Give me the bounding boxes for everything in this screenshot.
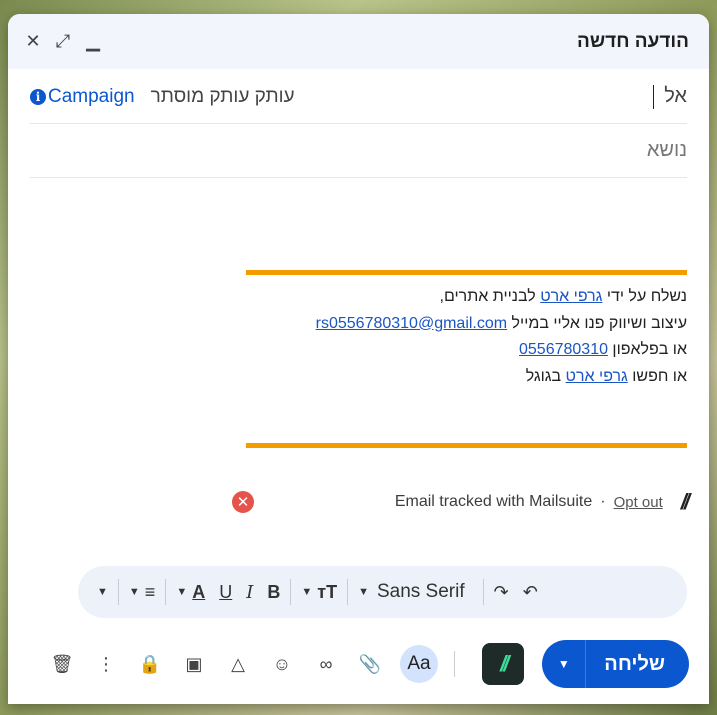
- info-icon: i: [30, 88, 46, 105]
- tracker-dot: ·: [600, 493, 606, 510]
- formatting-toolbar: ▼ ▼ ≡ ▼ A U I B ▼ тT ▼ Sans Serif ↷ ↶: [78, 566, 687, 618]
- google-drive-icon[interactable]: △: [224, 650, 252, 678]
- signature-link-phone[interactable]: 0556780310: [519, 341, 608, 358]
- text-size-dropdown[interactable]: ▼ тT: [294, 574, 344, 610]
- close-icon[interactable]: ✕: [22, 31, 44, 53]
- undo-icon[interactable]: ↶: [516, 574, 545, 610]
- formatting-options-button[interactable]: Aa: [400, 645, 438, 683]
- confidential-mode-icon[interactable]: 🔒: [136, 650, 164, 678]
- mailsuite-tracker: ✕ Email tracked with Mailsuite · Opt out…: [232, 488, 690, 516]
- signature-link-brand[interactable]: גרפי ארט: [540, 288, 602, 305]
- mailsuite-logo-icon: //: [680, 489, 690, 514]
- more-options-icon[interactable]: ⋮: [92, 650, 120, 678]
- redo-icon[interactable]: ↷: [487, 574, 516, 610]
- font-dropdown[interactable]: ▼ Sans Serif: [351, 574, 480, 610]
- to-label: אל: [664, 85, 687, 107]
- more-formatting-chevron-icon[interactable]: ▼: [90, 574, 115, 610]
- signature-link-search[interactable]: גרפי ארט: [566, 368, 628, 385]
- chevron-down-icon: ▼: [176, 586, 188, 598]
- underline-icon: U: [219, 581, 233, 602]
- campaign-button[interactable]: i Campaign: [30, 86, 135, 108]
- emoji-icon[interactable]: ☺: [268, 650, 296, 678]
- bold-icon: B: [267, 581, 281, 602]
- italic-button[interactable]: I: [239, 574, 260, 610]
- text-size-icon: тT: [317, 581, 338, 602]
- campaign-label: Campaign: [48, 85, 135, 107]
- minimize-icon[interactable]: ▁: [82, 31, 104, 53]
- remove-tracker-icon[interactable]: ✕: [232, 491, 254, 513]
- underline-button[interactable]: U: [212, 574, 239, 610]
- subject-row: [30, 124, 687, 178]
- text-color-icon: A: [192, 581, 206, 602]
- cc-bcc-links[interactable]: עותק עותק מוסתר: [151, 86, 295, 108]
- bold-button[interactable]: B: [260, 574, 287, 610]
- chevron-down-icon: ▼: [128, 586, 140, 598]
- signature-line-1: נשלח על ידי גרפי ארט לבניית אתרים,: [439, 288, 687, 305]
- insert-link-icon[interactable]: ∞: [312, 650, 340, 678]
- align-dropdown[interactable]: ▼ ≡: [122, 574, 162, 610]
- signature: נשלח על ידי גרפי ארט לבניית אתרים, עיצוב…: [246, 284, 687, 390]
- signature-line-4: או חפשו גרפי ארט בגוגל: [525, 367, 687, 385]
- text-color-dropdown[interactable]: ▼ A: [169, 574, 212, 610]
- chevron-down-icon: ▼: [358, 586, 369, 598]
- opt-out-link[interactable]: Opt out: [614, 494, 663, 511]
- signature-bottom-divider: [246, 443, 687, 448]
- window-controls: ✕ ⤢ ▁: [22, 31, 104, 53]
- compose-header[interactable]: ✕ ⤢ ▁ הודעה חדשה: [8, 14, 709, 69]
- signature-line-2: עיצוב ושיווק פנו אליי במייל rs0556780310…: [315, 314, 687, 332]
- attach-file-icon[interactable]: 📎: [356, 650, 384, 678]
- signature-line-3: או בפלאפון 0556780310: [519, 341, 687, 358]
- to-input-caret[interactable]: [653, 84, 655, 109]
- discard-trash-icon[interactable]: 🗑: [48, 650, 76, 678]
- mailsuite-button[interactable]: //: [482, 643, 525, 685]
- send-button-group: ▼ שליחה: [542, 640, 689, 688]
- bottom-toolbar: 🗑 ⋮ 🔒 ▣ △ ☺ ∞ 📎 Aa // ▼ שליחה: [48, 638, 689, 690]
- compose-title: הודעה חדשה: [577, 30, 689, 52]
- send-button[interactable]: שליחה: [586, 653, 689, 676]
- compose-window: ✕ ⤢ ▁ הודעה חדשה i Campaign עותק עותק מו…: [8, 14, 709, 704]
- tracker-text: Email tracked with Mailsuite: [394, 493, 593, 510]
- italic-icon: I: [246, 581, 254, 603]
- signature-top-divider: [246, 270, 687, 275]
- schedule-send-dropdown[interactable]: ▼: [542, 640, 587, 688]
- font-name: Sans Serif: [376, 581, 465, 602]
- subject-input[interactable]: [30, 139, 687, 162]
- signature-link-email[interactable]: rs0556780310@gmail.com: [316, 315, 507, 332]
- insert-photo-icon[interactable]: ▣: [180, 650, 208, 678]
- to-row: i Campaign עותק עותק מוסתר אל: [30, 70, 687, 124]
- align-icon: ≡: [144, 581, 156, 602]
- chevron-down-icon: ▼: [301, 586, 313, 598]
- expand-icon[interactable]: ⤢: [52, 31, 74, 53]
